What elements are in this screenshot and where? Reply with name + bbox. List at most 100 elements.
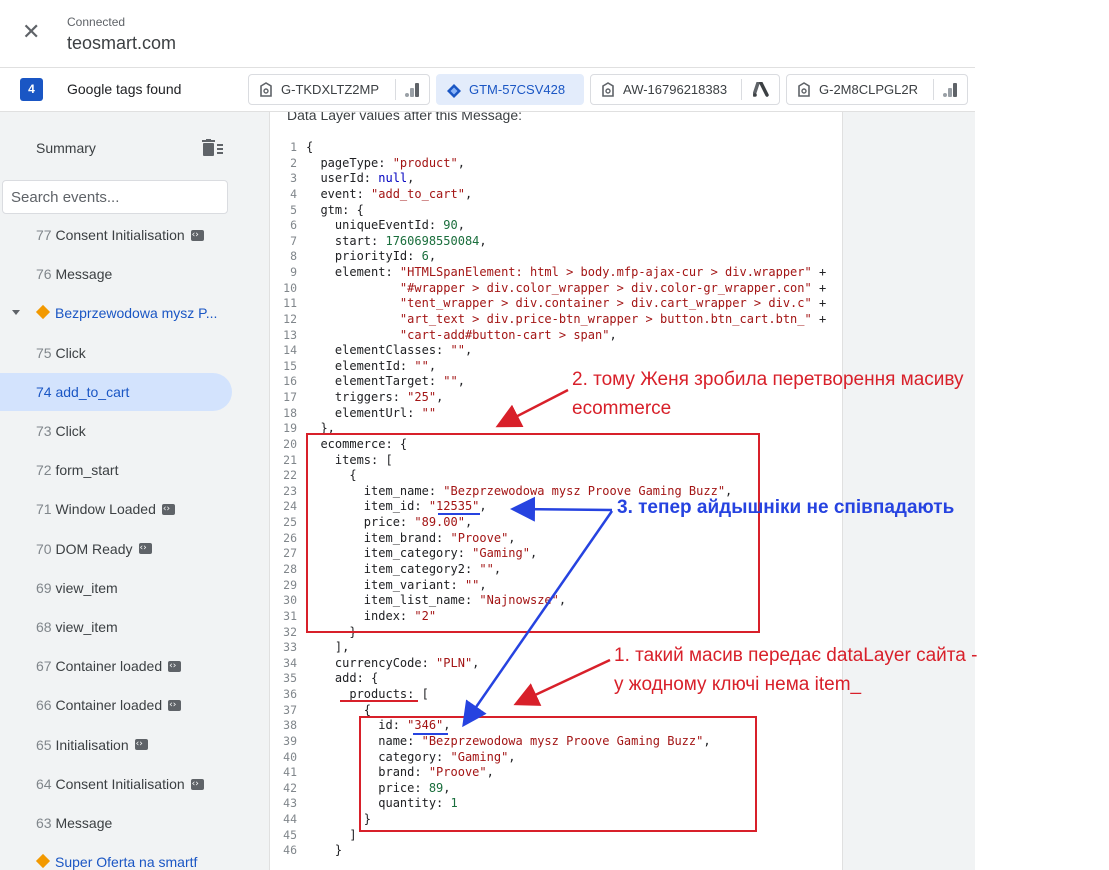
event-sidebar: Summary 77 Consent Initialisation76 Mess… [0, 112, 247, 870]
event-item[interactable]: 69 view_item [0, 569, 232, 607]
event-number: 73 [36, 423, 52, 439]
event-item[interactable]: 77 Consent Initialisation [0, 216, 232, 254]
line-number: 28 [283, 562, 297, 576]
tags-found-label: Google tags found [67, 81, 182, 97]
tag-id: AW-16796218383 [623, 82, 728, 97]
code-line: 18 elementUrl: "" [270, 406, 842, 422]
close-icon[interactable]: ✕ [22, 22, 44, 44]
event-item[interactable]: 66 Container loaded [0, 686, 232, 724]
event-item[interactable]: 63 Message [0, 804, 232, 842]
line-number: 4 [290, 186, 297, 201]
event-label: Window Loaded [55, 501, 156, 518]
line-number: 27 [283, 546, 297, 561]
analytics-icon [943, 83, 957, 97]
event-page-group[interactable]: Bezprzewodowa mysz P... [0, 294, 232, 332]
event-item[interactable]: 71 Window Loaded [0, 490, 232, 528]
code-line: 1{ [270, 140, 842, 156]
event-label: Consent Initialisation [55, 227, 185, 243]
line-number: 13 [283, 327, 297, 342]
line-number: 46 [283, 843, 297, 858]
line-number: 17 [283, 390, 297, 405]
event-item[interactable]: 75 Click [0, 334, 232, 372]
event-item[interactable]: 74 add_to_cart [0, 372, 232, 411]
code-line: 46 } [270, 843, 842, 859]
line-number: 42 [283, 780, 297, 795]
clear-events-icon[interactable] [202, 139, 224, 157]
event-page-group[interactable]: Super Oferta na smartf [0, 843, 232, 870]
event-number: 63 [36, 815, 52, 831]
code-text: products: [ [306, 687, 429, 702]
event-label: Bezprzewodowa mysz P... [55, 305, 218, 322]
tags-bar: 4 Google tags found G-TKDXLTZ2MP GTM-57C… [0, 68, 975, 112]
code-line: 13 "cart-add#button-cart > span", [270, 328, 842, 344]
tag-chip-gtm[interactable]: GTM-57CSV428 [436, 74, 584, 105]
line-number: 15 [283, 358, 297, 373]
event-item[interactable]: 70 DOM Ready [0, 529, 232, 568]
code-line: 7 start: 1760698550084, [270, 234, 842, 250]
event-item[interactable]: 76 Message [0, 255, 232, 293]
annotation-2-line1: 2. тому Женя зробила перетворення масиву [572, 369, 964, 390]
code-text: event: "add_to_cart", [306, 186, 473, 201]
code-text: "cart-add#button-cart > span", [399, 327, 617, 342]
code-line: 9 element: "HTMLSpanElement: html > body… [270, 265, 842, 281]
code-line: 4 event: "add_to_cart", [270, 187, 842, 203]
products-highlight-box [359, 716, 757, 832]
event-number: 64 [36, 775, 52, 792]
event-number: 74 [36, 383, 52, 400]
line-number: 25 [283, 515, 297, 530]
line-number: 18 [283, 405, 297, 420]
line-number: 26 [283, 530, 297, 545]
code-text: gtm: { [306, 202, 364, 217]
line-number: 7 [290, 233, 297, 248]
line-number: 6 [290, 218, 297, 233]
expand-caret-icon[interactable] [12, 310, 20, 316]
line-number: 16 [283, 374, 297, 389]
line-number: 1 [290, 140, 297, 154]
code-text: "art_text > div.price-btn_wrapper > butt… [399, 311, 827, 326]
event-label: view_item [55, 579, 118, 596]
tag-chip-ga4-1[interactable]: G-TKDXLTZ2MP [248, 74, 430, 105]
code-text: elementUrl: "" [306, 405, 437, 420]
event-label: form_start [55, 462, 119, 479]
tag-chip-ads[interactable]: AW-16796218383 [590, 74, 780, 105]
event-item[interactable]: 64 Consent Initialisation [0, 765, 232, 803]
ecommerce-highlight-box [306, 433, 760, 633]
event-number: 76 [36, 266, 52, 283]
analytics-icon [405, 83, 419, 97]
code-line: 6 uniqueEventId: 90, [270, 218, 842, 234]
code-text: userId: null, [306, 171, 415, 186]
code-text: "tent_wrapper > div.container > div.cart… [399, 296, 827, 311]
code-text: pageType: "product", [306, 155, 465, 170]
event-item[interactable]: 68 view_item [0, 608, 232, 646]
code-icon [168, 686, 182, 724]
event-item[interactable]: 65 Initialisation [0, 725, 232, 764]
event-label: Message [55, 266, 113, 283]
search-events-input[interactable] [2, 180, 228, 214]
event-label: Super Oferta na smartf [55, 854, 198, 870]
tag-chip-ga4-2[interactable]: G-2M8CLPGL2R [786, 74, 968, 105]
code-icon [190, 765, 204, 803]
event-number: 65 [36, 736, 52, 753]
event-item[interactable]: 67 Container loaded [0, 647, 232, 685]
code-icon [134, 725, 148, 763]
line-number: 38 [283, 718, 297, 733]
event-label: Container loaded [55, 658, 163, 675]
event-item[interactable]: 73 Click [0, 412, 232, 450]
line-number: 2 [290, 155, 297, 170]
code-text: elementId: "", [306, 358, 437, 373]
code-text: } [306, 843, 343, 858]
line-number: 14 [283, 343, 297, 358]
page-diamond-icon [35, 305, 51, 320]
code-icon [168, 647, 182, 685]
event-item[interactable]: 72 form_start [0, 451, 232, 489]
summary-item[interactable]: Summary [36, 140, 96, 156]
line-number: 31 [283, 608, 297, 623]
line-number: 12 [283, 311, 297, 326]
line-number: 35 [283, 671, 297, 686]
event-number: 72 [36, 462, 52, 479]
google-ads-icon [753, 82, 769, 97]
event-label: view_item [55, 619, 118, 635]
tag-id: GTM-57CSV428 [469, 82, 566, 97]
tag-id: G-2M8CLPGL2R [819, 82, 918, 97]
data-layer-title: Data Layer values after this Message: [287, 112, 523, 123]
